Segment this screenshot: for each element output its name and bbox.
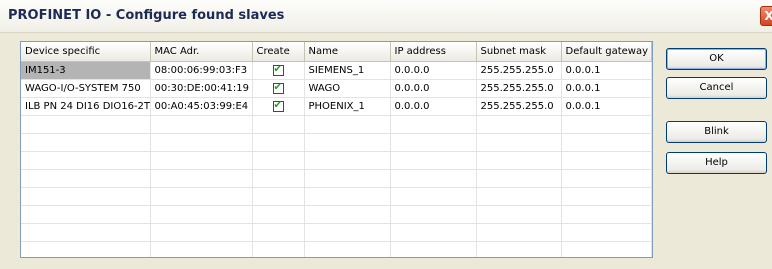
create-checkbox[interactable]: ✔ [272, 81, 284, 94]
ip-cell[interactable]: 0.0.0.0 [390, 97, 477, 116]
column-header-default-gateway[interactable]: Default gateway [561, 42, 652, 62]
checkmark-icon: ✔ [273, 81, 282, 93]
table-row[interactable]: IM151-3 08:00:06:99:03:F3 ✔ SIEMENS_1 0.… [21, 61, 652, 80]
header-row: Device specific MAC Adr. Create Name IP … [21, 42, 652, 62]
checkmark-icon: ✔ [273, 99, 282, 111]
create-checkbox[interactable]: ✔ [272, 99, 284, 112]
subnet-cell[interactable]: 255.255.255.0 [476, 61, 562, 80]
empty-row [21, 169, 652, 188]
slaves-table: Device specific MAC Adr. Create Name IP … [21, 42, 652, 257]
mac-cell: 00:A0:45:03:99:E4 [150, 97, 253, 116]
slaves-grid[interactable]: Device specific MAC Adr. Create Name IP … [20, 41, 653, 258]
checkmark-icon: ✔ [273, 63, 282, 75]
subnet-cell[interactable]: 255.255.255.0 [476, 79, 562, 98]
create-checkbox[interactable]: ✔ [272, 63, 284, 76]
empty-row [21, 115, 652, 134]
ip-cell[interactable]: 0.0.0.0 [390, 61, 477, 80]
subnet-cell[interactable]: 255.255.255.0 [476, 97, 562, 116]
empty-row [21, 205, 652, 224]
empty-row [21, 151, 652, 170]
empty-row [21, 223, 652, 242]
blink-button[interactable]: Blink [666, 121, 767, 143]
empty-row [21, 133, 652, 152]
mac-cell: 08:00:06:99:03:F3 [150, 61, 253, 80]
gateway-cell[interactable]: 0.0.0.1 [561, 79, 652, 98]
column-header-create[interactable]: Create [252, 42, 305, 62]
mac-cell: 00:30:DE:00:41:19 [150, 79, 253, 98]
column-header-device-specific[interactable]: Device specific [21, 42, 151, 62]
device-cell[interactable]: ILB PN 24 DI16 DIO16-2TX [21, 97, 151, 116]
empty-row [21, 187, 652, 206]
ok-button[interactable]: OK [666, 48, 767, 70]
close-button[interactable]: X [760, 6, 772, 26]
title-bar[interactable]: PROFINET IO - Configure found slaves X [0, 0, 772, 33]
gateway-cell[interactable]: 0.0.0.1 [561, 97, 652, 116]
name-cell[interactable]: WAGO [304, 79, 391, 98]
ip-cell[interactable]: 0.0.0.0 [390, 79, 477, 98]
help-button[interactable]: Help [666, 152, 767, 174]
configure-found-slaves-dialog: PROFINET IO - Configure found slaves X D… [0, 0, 772, 269]
cancel-button[interactable]: Cancel [666, 77, 767, 99]
name-cell[interactable]: SIEMENS_1 [304, 61, 391, 80]
table-row[interactable]: WAGO-I/O-SYSTEM 750 00:30:DE:00:41:19 ✔ … [21, 79, 652, 98]
column-header-name[interactable]: Name [304, 42, 391, 62]
name-cell[interactable]: PHOENIX_1 [304, 97, 391, 116]
device-cell[interactable]: WAGO-I/O-SYSTEM 750 [21, 79, 151, 98]
column-header-ip-address[interactable]: IP address [390, 42, 477, 62]
gateway-cell[interactable]: 0.0.0.1 [561, 61, 652, 80]
column-header-mac-address[interactable]: MAC Adr. [150, 42, 253, 62]
dialog-title: PROFINET IO - Configure found slaves [8, 8, 285, 23]
create-cell: ✔ [252, 61, 305, 80]
column-header-subnet-mask[interactable]: Subnet mask [476, 42, 562, 62]
empty-row [21, 241, 652, 257]
create-cell: ✔ [252, 97, 305, 116]
close-icon: X [764, 9, 772, 23]
table-row[interactable]: ILB PN 24 DI16 DIO16-2TX 00:A0:45:03:99:… [21, 97, 652, 116]
create-cell: ✔ [252, 79, 305, 98]
device-cell[interactable]: IM151-3 [21, 61, 151, 80]
